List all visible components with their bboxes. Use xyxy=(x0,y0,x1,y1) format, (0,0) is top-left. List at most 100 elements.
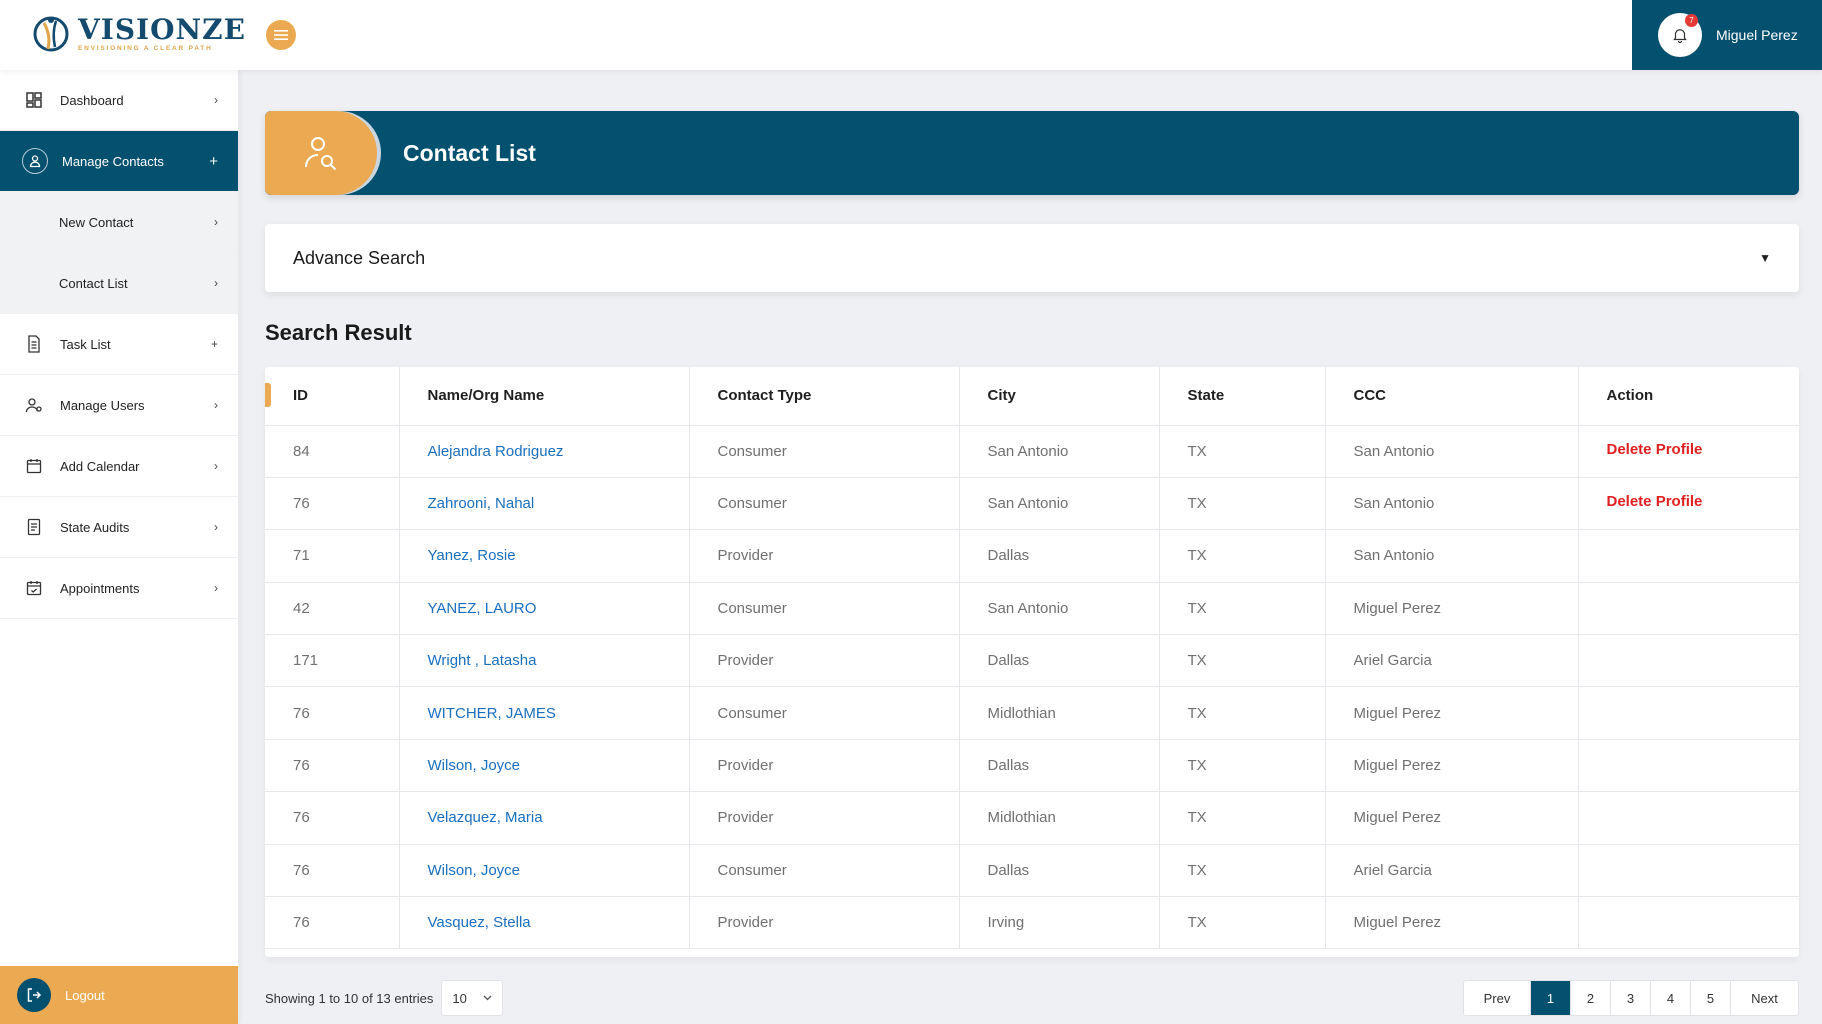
contact-name-link[interactable]: Zahrooni, Nahal xyxy=(428,495,535,512)
page-button-2[interactable]: 2 xyxy=(1571,981,1611,1015)
table-row: 42 YANEZ, LAURO Consumer San Antonio TX … xyxy=(265,582,1799,636)
sidebar-item-manage-contacts[interactable]: Manage Contacts + xyxy=(0,131,238,192)
menu-toggle-button[interactable] xyxy=(266,20,296,50)
table-header-row: ID Name/Org Name Contact Type City State… xyxy=(265,367,1799,426)
cell-city: Irving xyxy=(959,896,1160,950)
cell-action xyxy=(1578,844,1799,898)
cell-ccc: San Antonio xyxy=(1325,477,1579,531)
cell-id: 76 xyxy=(265,739,400,793)
dashboard-icon xyxy=(22,88,46,112)
brand-logo[interactable]: VISIONZE ENVISIONING A CLEAR PATH xyxy=(30,12,246,56)
cell-state: TX xyxy=(1159,634,1326,688)
contact-name-link[interactable]: Velazquez, Maria xyxy=(428,809,543,826)
contact-name-link[interactable]: Wright , Latasha xyxy=(428,652,537,669)
cell-city: Dallas xyxy=(959,844,1160,898)
plus-icon: + xyxy=(210,337,218,351)
chevron-right-icon: › xyxy=(214,93,218,107)
page-title: Contact List xyxy=(403,139,536,166)
sidebar-item-new-contact[interactable]: New Contact › xyxy=(0,192,238,253)
sidebar-item-contact-list[interactable]: Contact List › xyxy=(0,253,238,314)
sidebar-item-state-audits[interactable]: State Audits › xyxy=(0,497,238,558)
page-button-1[interactable]: 1 xyxy=(1531,981,1571,1015)
table-row: 76 WITCHER, JAMES Consumer Midlothian TX… xyxy=(265,686,1799,740)
caret-down-icon: ▼ xyxy=(1759,251,1771,265)
cell-contact-type: Consumer xyxy=(689,582,960,636)
contact-name-link[interactable]: Alejandra Rodriguez xyxy=(428,443,564,460)
sidebar: Dashboard › Manage Contacts + New Contac… xyxy=(0,70,238,1024)
sidebar-item-appointments[interactable]: Appointments › xyxy=(0,558,238,619)
sidebar-item-label: Dashboard xyxy=(60,92,124,108)
column-header-name[interactable]: Name/Org Name xyxy=(399,367,690,426)
column-header-state[interactable]: State xyxy=(1159,367,1326,426)
contact-name-link[interactable]: Wilson, Joyce xyxy=(428,862,521,879)
page-button-4[interactable]: 4 xyxy=(1651,981,1691,1015)
cell-contact-type: Consumer xyxy=(689,477,960,531)
chevron-right-icon: › xyxy=(214,581,218,595)
cell-state: TX xyxy=(1159,844,1326,898)
cell-city: San Antonio xyxy=(959,477,1160,531)
sidebar-item-label: State Audits xyxy=(60,519,130,535)
table-row: 76 Velazquez, Maria Provider Midlothian … xyxy=(265,791,1799,845)
column-header-ccc[interactable]: CCC xyxy=(1325,367,1579,426)
column-header-city[interactable]: City xyxy=(959,367,1160,426)
sidebar-item-label: New Contact xyxy=(59,214,134,230)
chevron-right-icon: › xyxy=(214,398,218,412)
page-button-3[interactable]: 3 xyxy=(1611,981,1651,1015)
cell-state: TX xyxy=(1159,477,1326,531)
sidebar-item-add-calendar[interactable]: Add Calendar › xyxy=(0,436,238,497)
hamburger-icon xyxy=(274,30,288,40)
logout-button[interactable]: Logout xyxy=(0,966,238,1024)
advance-search-toggle[interactable]: Advance Search ▼ xyxy=(265,224,1799,292)
contact-name-link[interactable]: YANEZ, LAURO xyxy=(428,600,537,617)
chevron-down-icon xyxy=(483,995,492,1001)
notifications-button[interactable]: 7 xyxy=(1658,13,1702,57)
page-button-5[interactable]: 5 xyxy=(1691,981,1731,1015)
document-icon xyxy=(22,332,46,356)
cell-id: 76 xyxy=(265,896,400,950)
contact-name-link[interactable]: Wilson, Joyce xyxy=(428,757,521,774)
column-header-id[interactable]: ID xyxy=(265,367,400,426)
cell-action xyxy=(1578,529,1799,583)
advance-search-title: Advance Search xyxy=(293,247,426,268)
cell-id: 171 xyxy=(265,634,400,688)
cell-id: 76 xyxy=(265,844,400,898)
cell-city: San Antonio xyxy=(959,425,1160,478)
cell-ccc: San Antonio xyxy=(1325,425,1579,478)
user-menu[interactable]: 7 Miguel Perez xyxy=(1632,0,1822,70)
cell-contact-type: Consumer xyxy=(689,686,960,740)
cell-state: TX xyxy=(1159,791,1326,845)
logout-icon xyxy=(17,978,51,1012)
contact-name-link[interactable]: Yanez, Rosie xyxy=(428,547,516,564)
sidebar-item-dashboard[interactable]: Dashboard › xyxy=(0,70,238,131)
plus-icon: + xyxy=(209,152,218,170)
cell-contact-type: Provider xyxy=(689,529,960,583)
cell-action xyxy=(1578,739,1799,793)
brand-name: VISIONZE xyxy=(78,12,246,46)
sidebar-item-task-list[interactable]: Task List + xyxy=(0,314,238,375)
contact-name-link[interactable]: WITCHER, JAMES xyxy=(428,705,556,722)
cell-state: TX xyxy=(1159,686,1326,740)
user-name[interactable]: Miguel Perez xyxy=(1716,27,1798,43)
cell-id: 76 xyxy=(265,686,400,740)
table-row: 171 Wright , Latasha Provider Dallas TX … xyxy=(265,634,1799,688)
delete-profile-button[interactable]: Delete Profile xyxy=(1607,441,1703,458)
chevron-right-icon: › xyxy=(214,459,218,473)
chevron-right-icon: › xyxy=(214,520,218,534)
search-result-title: Search Result xyxy=(265,320,412,345)
contact-name-link[interactable]: Vasquez, Stella xyxy=(428,914,531,931)
page-size-select[interactable]: 10 xyxy=(441,980,504,1016)
next-page-button[interactable]: Next xyxy=(1731,981,1798,1015)
column-header-contact-type[interactable]: Contact Type xyxy=(689,367,960,426)
delete-profile-button[interactable]: Delete Profile xyxy=(1607,493,1703,510)
cell-contact-type: Consumer xyxy=(689,844,960,898)
cell-action xyxy=(1578,686,1799,740)
prev-page-button[interactable]: Prev xyxy=(1464,981,1531,1015)
cell-ccc: Ariel Garcia xyxy=(1325,634,1579,688)
brand-tagline: ENVISIONING A CLEAR PATH xyxy=(78,44,213,52)
cell-state: TX xyxy=(1159,739,1326,793)
notification-badge: 7 xyxy=(1685,14,1698,27)
contacts-icon xyxy=(22,148,48,174)
sidebar-item-label: Task List xyxy=(60,336,111,352)
sidebar-item-label: Add Calendar xyxy=(60,458,140,474)
sidebar-item-manage-users[interactable]: Manage Users › xyxy=(0,375,238,436)
